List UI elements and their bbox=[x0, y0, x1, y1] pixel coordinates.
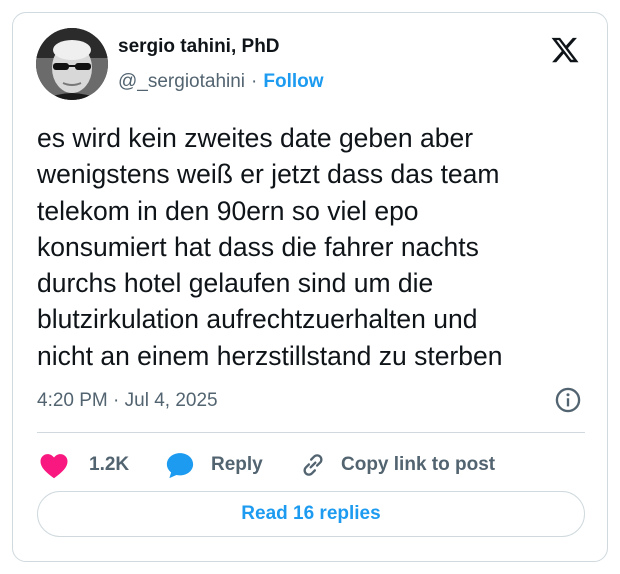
like-count: 1.2K bbox=[89, 454, 130, 475]
author-handle[interactable]: @_sergiotahini bbox=[118, 71, 245, 93]
tweet-text-line: wenigstens weiß er jetzt dass das team bbox=[37, 159, 500, 190]
tweet-text: es wird kein zweites date geben aber wen… bbox=[37, 120, 597, 374]
link-icon bbox=[303, 454, 323, 476]
tweet-card: sergio tahini, PhD @_sergiotahini · Foll… bbox=[12, 12, 608, 562]
tweet-text-line: nicht an einem herzstillstand zu sterben bbox=[37, 340, 503, 371]
reply-label: Reply bbox=[211, 454, 263, 475]
x-logo-icon[interactable] bbox=[549, 35, 581, 65]
tweet-text-line: durchs hotel gelaufen sind um die bbox=[37, 268, 434, 299]
info-icon[interactable] bbox=[554, 386, 582, 414]
tweet-text-line: es wird kein zweites date geben aber bbox=[37, 123, 474, 153]
author-handle-row: @_sergiotahini · Follow bbox=[118, 71, 324, 93]
author-name[interactable]: sergio tahini, PhD bbox=[118, 36, 280, 58]
tweet-text-line: konsumiert hat dass die fahrer nachts bbox=[37, 231, 479, 262]
action-bar: 1.2K Reply Copy link to post bbox=[37, 445, 585, 485]
reply-button[interactable]: Reply bbox=[165, 445, 263, 485]
follow-button[interactable]: Follow bbox=[263, 71, 323, 93]
heart-icon bbox=[40, 454, 68, 479]
author-avatar[interactable] bbox=[36, 28, 108, 100]
divider bbox=[37, 432, 585, 433]
read-replies-label: Read 16 replies bbox=[241, 503, 381, 524]
read-replies-button[interactable]: Read 16 replies bbox=[37, 491, 585, 537]
separator-dot: · bbox=[251, 71, 258, 92]
copy-link-button[interactable]: Copy link to post bbox=[299, 445, 495, 485]
tweet-text-line: telekom in den 90ern so viel epo bbox=[37, 195, 419, 226]
like-button[interactable]: 1.2K bbox=[39, 445, 129, 485]
avatar-portrait-icon bbox=[36, 28, 108, 100]
copy-link-label: Copy link to post bbox=[341, 454, 496, 475]
tweet-text-line: blutzirkulation aufrechtzuerhalten und bbox=[37, 304, 478, 335]
tweet-timestamp[interactable]: 4:20 PM · Jul 4, 2025 bbox=[37, 390, 218, 412]
reply-bubble-icon bbox=[166, 453, 194, 479]
